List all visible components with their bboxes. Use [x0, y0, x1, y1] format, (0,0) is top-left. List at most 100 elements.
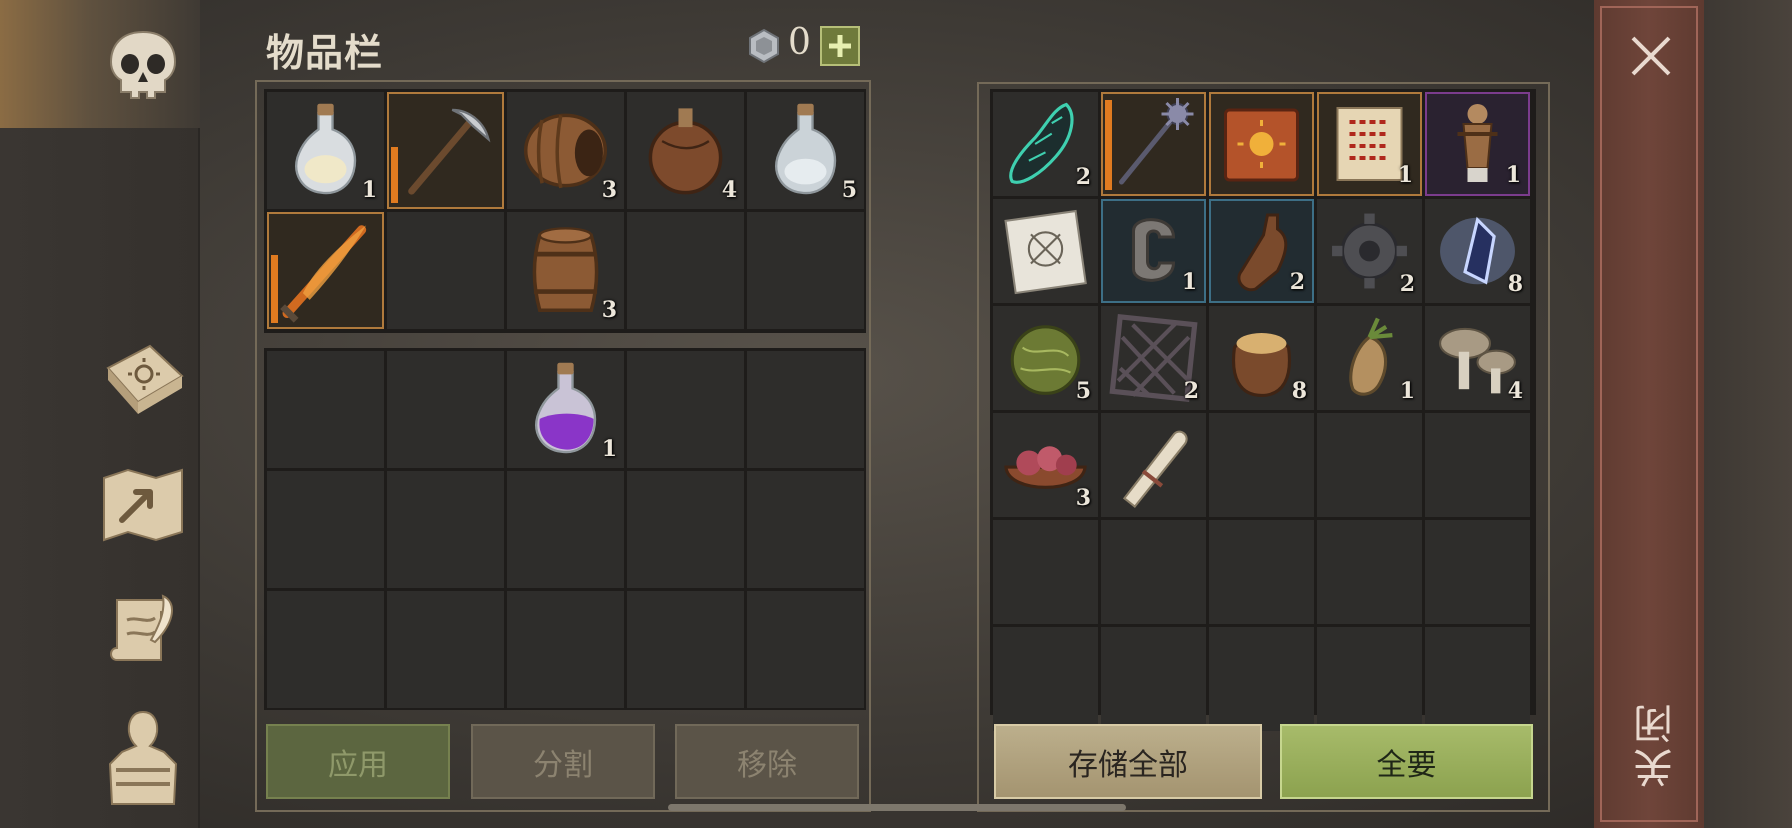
storage-slot-herb-ball[interactable]: 5 — [993, 306, 1098, 410]
storage-slot-mushrooms[interactable]: 4 — [1425, 306, 1530, 410]
item-quantity: 4 — [1507, 378, 1523, 404]
storage-slot-empty[interactable] — [1317, 413, 1422, 517]
storage-slot-training-dummy[interactable]: 1 — [1425, 92, 1530, 196]
nav-skull-button[interactable] — [95, 18, 191, 114]
split-button[interactable]: 分割 — [471, 724, 655, 799]
item-quantity: 3 — [1075, 485, 1091, 511]
storage-slot-grain-sack[interactable]: 8 — [1209, 306, 1314, 410]
storage-slot-mandrake-root[interactable]: 1 — [1317, 306, 1422, 410]
item-quantity: 5 — [1075, 378, 1091, 404]
bag-slot-empty[interactable] — [267, 471, 384, 588]
remove-button[interactable]: 移除 — [675, 724, 859, 799]
close-icon[interactable] — [1625, 30, 1677, 82]
bag-slot-empty[interactable] — [627, 351, 744, 468]
map-icon — [103, 468, 183, 542]
storage-slot-iron-grate[interactable]: 2 — [1101, 306, 1206, 410]
storage-slot-empty[interactable] — [1425, 520, 1530, 624]
apply-button[interactable]: 应用 — [266, 724, 450, 799]
bag-slot-empty[interactable] — [747, 471, 864, 588]
item-quantity: 1 — [361, 177, 377, 203]
storage-slot-empty[interactable] — [1317, 627, 1422, 731]
blueprint-icon — [1004, 209, 1087, 295]
bag-slot-empty[interactable] — [387, 351, 504, 468]
store-all-button[interactable]: 存储全部 — [994, 724, 1262, 799]
inventory-slot-pickaxe[interactable] — [387, 92, 504, 209]
bag-slot-empty[interactable] — [267, 591, 384, 708]
storage-slot-glowing-crystal[interactable]: 8 — [1425, 199, 1530, 303]
nav-recipes-button[interactable] — [95, 330, 191, 426]
durability-bar — [271, 255, 278, 323]
storage-grid: 2111228528143 — [990, 89, 1536, 731]
inventory-slot-clear-potion[interactable]: 5 — [747, 92, 864, 209]
bag-slot-empty[interactable] — [747, 351, 864, 468]
sun-tome-icon — [1224, 108, 1299, 182]
item-quantity: 5 — [841, 177, 857, 203]
storage-slot-empty[interactable] — [1317, 520, 1422, 624]
take-all-button[interactable]: 全要 — [1280, 724, 1533, 799]
storage-slot-raw-meat-bowl[interactable]: 3 — [993, 413, 1098, 517]
storage-slot-bandage-roll[interactable] — [1101, 413, 1206, 517]
page-title: 物品栏 — [266, 31, 384, 75]
bag-slot-empty[interactable] — [507, 471, 624, 588]
inventory-slot-leather-flask[interactable]: 4 — [627, 92, 744, 209]
bandage-roll-icon — [1122, 430, 1188, 509]
pickaxe-icon — [408, 108, 491, 195]
nav-character-button[interactable] — [95, 710, 191, 806]
inventory-slot-white-potion[interactable]: 1 — [267, 92, 384, 209]
inventory-slot-empty[interactable] — [627, 212, 744, 329]
storage-slot-empty[interactable] — [993, 627, 1098, 731]
item-quantity: 2 — [1075, 164, 1091, 190]
storage-slot-empty[interactable] — [1209, 520, 1314, 624]
storage-slot-empty[interactable] — [993, 520, 1098, 624]
bag-slot-empty[interactable] — [387, 471, 504, 588]
storage-slot-sun-tome[interactable] — [1209, 92, 1314, 196]
item-quantity: 1 — [1181, 269, 1197, 295]
storage-slot-empty[interactable] — [1209, 627, 1314, 731]
currency-value: 0 — [788, 22, 811, 63]
item-quantity: 2 — [1289, 269, 1305, 295]
storage-slot-empty[interactable] — [1209, 413, 1314, 517]
bag-slot-empty[interactable] — [507, 591, 624, 708]
storage-slot-spiked-mace[interactable] — [1101, 92, 1206, 196]
inventory-slot-empty[interactable] — [387, 212, 504, 329]
item-quantity: 8 — [1291, 378, 1307, 404]
storage-slot-empty[interactable] — [1425, 627, 1530, 731]
item-quantity: 2 — [1399, 271, 1415, 297]
nav-quests-button[interactable] — [95, 582, 191, 678]
item-quantity: 1 — [1505, 162, 1521, 188]
item-quantity: 3 — [601, 297, 617, 323]
close-button[interactable]: 关闭 — [1628, 700, 1686, 788]
bag-slot-empty[interactable] — [627, 591, 744, 708]
storage-slot-rune-scroll[interactable]: 1 — [1317, 92, 1422, 196]
storage-slot-gear[interactable]: 2 — [1317, 199, 1422, 303]
flame-sword-icon — [280, 225, 367, 323]
bag-slot-empty[interactable] — [267, 351, 384, 468]
item-quantity: 8 — [1507, 271, 1523, 297]
silver-coin-icon — [749, 28, 779, 64]
bag-slot-empty[interactable] — [747, 591, 864, 708]
storage-slot-blueprint[interactable] — [993, 199, 1098, 303]
bag-slot-empty[interactable] — [387, 591, 504, 708]
nav-map-button[interactable] — [95, 456, 191, 552]
inventory-slot-flame-sword[interactable] — [267, 212, 384, 329]
horizontal-scrollbar[interactable] — [668, 804, 1126, 811]
character-silhouette-icon — [108, 710, 178, 805]
skull-icon — [109, 30, 177, 99]
inventory-slot-empty[interactable] — [747, 212, 864, 329]
storage-slot-clay-bottle[interactable]: 2 — [1209, 199, 1314, 303]
storage-slot-empty[interactable] — [1101, 627, 1206, 731]
inventory-slot-barrel[interactable]: 3 — [507, 212, 624, 329]
add-currency-button[interactable] — [820, 26, 860, 66]
storage-slot-green-crystal-shard[interactable]: 2 — [993, 92, 1098, 196]
storage-slot-empty[interactable] — [1101, 520, 1206, 624]
spiked-mace-icon — [1119, 98, 1194, 185]
inventory-slot-barrel-open[interactable]: 3 — [507, 92, 624, 209]
item-quantity: 4 — [721, 177, 737, 203]
item-quantity: 1 — [1399, 378, 1415, 404]
storage-slot-empty[interactable] — [1425, 413, 1530, 517]
durability-bar — [1105, 100, 1112, 190]
storage-slot-iron-clamp[interactable]: 1 — [1101, 199, 1206, 303]
bag-slot-purple-potion[interactable]: 1 — [507, 351, 624, 468]
bag-slot-empty[interactable] — [627, 471, 744, 588]
sun-book-icon — [106, 344, 184, 414]
